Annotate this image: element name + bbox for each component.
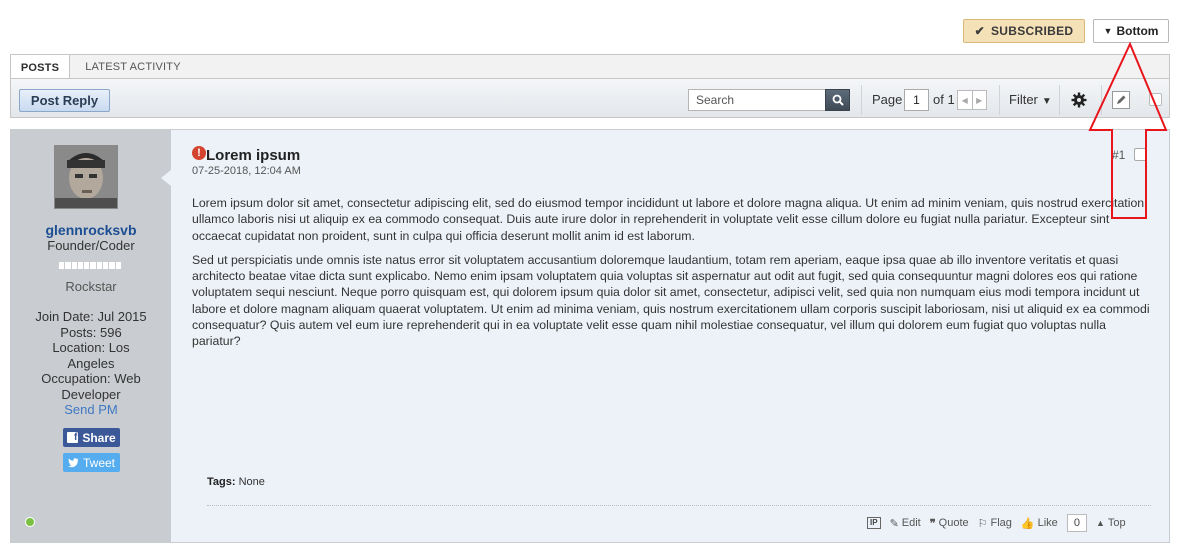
username-link[interactable]: glennrocksvb — [11, 222, 171, 238]
post-date: 07-25-2018, 12:04 AM — [192, 165, 301, 177]
user-panel-pointer — [161, 170, 171, 186]
tweet-button[interactable]: Tweet — [63, 453, 120, 472]
checkmark-icon: ✔ — [974, 24, 985, 38]
bottom-button[interactable]: ▼ Bottom — [1093, 19, 1169, 43]
location: Location: Los Angeles — [52, 340, 130, 371]
like-count: 0 — [1066, 514, 1087, 532]
like-button[interactable]: 👍 Like — [1021, 517, 1058, 530]
facebook-icon: f — [67, 432, 79, 443]
toolbar-divider — [999, 85, 1000, 115]
ip-icon: IP — [867, 517, 881, 529]
search-icon — [832, 94, 844, 106]
edit-button[interactable]: ✎ Edit — [890, 517, 921, 530]
subscribed-button[interactable]: ✔ SUBSCRIBED — [963, 19, 1085, 43]
user-stats: Join Date: Jul 2015 Posts: 596 Location:… — [11, 309, 171, 418]
search-button[interactable] — [825, 89, 850, 111]
tab-bar: POSTS LATEST ACTIVITY — [10, 54, 1170, 80]
post-tags: Tags: None — [207, 476, 265, 488]
share-button[interactable]: f Share — [63, 428, 120, 447]
post-number-link[interactable]: #1 — [1112, 148, 1125, 162]
filter-dropdown[interactable]: Filter ▼ — [1009, 89, 1052, 113]
toolbar-divider — [1059, 85, 1060, 115]
join-date: Join Date: Jul 2015 — [35, 309, 147, 324]
thumbs-up-icon: 👍 — [1020, 517, 1035, 530]
flag-button[interactable]: ⚐ Flag — [978, 517, 1012, 530]
select-all-checkbox[interactable] — [1149, 93, 1162, 106]
quote-icon: ❞ — [929, 517, 936, 530]
pencil-icon: ✎ — [889, 517, 899, 530]
avatar[interactable] — [54, 145, 118, 209]
post-body: Lorem ipsum dolor sit amet, consectetur … — [192, 195, 1152, 358]
post-actions: IP ✎ Edit ❞ Quote ⚐ Flag 👍 Like 0 ▲ Top — [867, 514, 1126, 532]
moderation-icon[interactable] — [1112, 91, 1130, 109]
post-footer-divider — [207, 505, 1151, 506]
flag-icon: ⚐ — [977, 517, 988, 530]
tags-value: None — [238, 476, 265, 488]
post-select-checkbox[interactable] — [1134, 148, 1147, 161]
post-title: Lorem ipsum — [206, 147, 301, 164]
quote-button[interactable]: ❞ Quote — [930, 517, 969, 530]
ip-button[interactable]: IP — [867, 517, 881, 529]
user-title: Founder/Coder — [47, 238, 135, 253]
post-paragraph: Sed ut perspiciatis unde omnis iste natu… — [192, 252, 1150, 349]
caret-down-icon: ▼ — [1103, 26, 1113, 36]
caret-down-icon: ▼ — [1041, 96, 1052, 107]
bottom-label: Bottom — [1116, 24, 1159, 38]
reputation-bar — [59, 262, 121, 269]
tab-posts[interactable]: POSTS — [11, 55, 70, 80]
top-link[interactable]: ▲ Top — [1096, 517, 1126, 529]
page-number-input[interactable]: 1 — [904, 89, 929, 111]
conversation-toolbar: Post Reply Search Page 1 of 1 ◀ ▶ Filter… — [10, 78, 1170, 118]
post-reply-button[interactable]: Post Reply — [19, 89, 110, 112]
post-count: Posts: 596 — [60, 324, 122, 340]
online-status-indicator — [25, 517, 35, 527]
occupation: Occupation: Web Developer — [41, 371, 141, 402]
page-count-label: of 1 — [933, 92, 955, 107]
send-pm-link[interactable]: Send PM — [11, 402, 171, 418]
post-container: glennrocksvb Founder/Coder Rockstar Join… — [10, 129, 1170, 543]
subscribed-label: SUBSCRIBED — [991, 24, 1074, 38]
post-paragraph: Lorem ipsum dolor sit amet, consectetur … — [192, 196, 1145, 243]
user-rank: Rockstar — [65, 279, 117, 294]
gear-icon[interactable] — [1071, 92, 1087, 108]
toolbar-divider — [861, 85, 862, 115]
twitter-icon — [68, 457, 79, 467]
toolbar-divider — [1101, 85, 1102, 115]
page-label: Page — [872, 92, 903, 107]
page-nav: ◀ ▶ — [957, 90, 987, 110]
tab-latest-activity[interactable]: LATEST ACTIVITY — [70, 55, 196, 79]
prev-page-icon[interactable]: ◀ — [958, 91, 973, 109]
caret-up-icon: ▲ — [1095, 518, 1105, 528]
user-info-panel: glennrocksvb Founder/Coder Rockstar Join… — [11, 130, 171, 542]
post-icon-warning: ! — [192, 146, 206, 160]
next-page-icon[interactable]: ▶ — [973, 91, 987, 109]
search-input[interactable]: Search — [688, 89, 826, 111]
